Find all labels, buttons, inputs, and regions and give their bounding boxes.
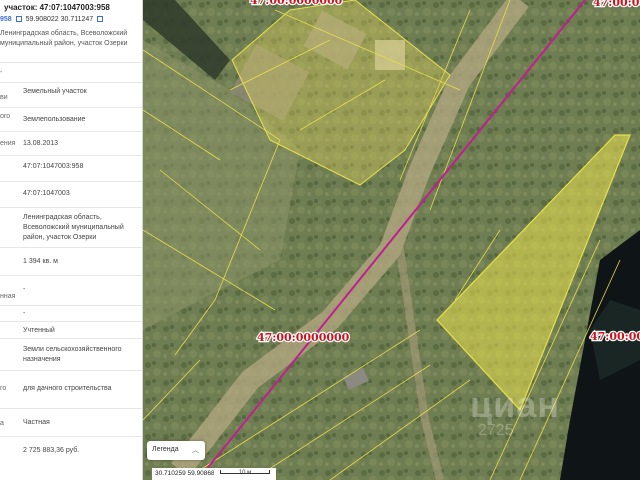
chevron-up-icon: ︿ [192,447,199,454]
info-row-area: 1 394 кв. м [0,247,142,275]
parcel-address: Ленинградская область, Всеволожский муни… [0,30,128,47]
boundary-label: 47:00:0000000 [250,0,343,7]
info-row-date: ения 13.08.2013 [0,131,142,155]
info-row-address: Ленинградская область, Всеволожский муни… [0,207,142,247]
row-label: го [0,385,7,392]
map-canvas[interactable]: 47:00:0000000 47:00:0000000 47:00:000000… [143,0,640,480]
parcel-coordinates: 59.908022 30.711247 [25,16,94,23]
scale-bar: 10 м [214,468,276,480]
legend-label: Легенда [152,446,179,453]
copy-icon[interactable] [15,16,22,23]
row-value: Учтенный [23,327,55,334]
row-value: Землепользование [23,116,86,123]
parcel-id-short[interactable]: 958 [0,16,12,23]
row-value: 2 725 883,36 руб. [23,447,80,454]
cursor-coordinates: 30.710259 59.908687 [152,468,222,480]
info-row-category: Земли сельскохозяйственного назначения [0,338,142,370]
scale-bar-line [220,470,270,474]
satellite-map[interactable]: 47:00:0000000 47:00:0000000 47:00:000000… [143,0,640,480]
info-row-kind: ого Землепользование [0,107,142,131]
info-panel: участок: 47:07:1047003:958 958 59.908022… [0,0,143,480]
info-row-cadastral: 47:07:1047003:958 [0,155,142,181]
row-value: Земельный участок [23,88,87,95]
row-value: - [23,286,26,293]
info-row-quarter: 47:07:1047003 [0,181,142,207]
row-value: для дачного строительства [23,385,112,392]
watermark-logo: циан [470,384,561,425]
row-label: ого [0,113,11,120]
row-value: 47:07:1047003 [23,190,70,197]
info-row-cost: нная - [0,275,142,305]
row-value: Земли сельскохозяйственного назначения [23,346,122,363]
boundary-label: 47:00:0000000 [590,330,640,343]
panel-subheader: 958 59.908022 30.711247 [0,16,105,23]
boundary-label: 47:00:0000000 [257,331,350,344]
row-value: Частная [23,419,50,426]
copy-icon[interactable] [97,16,104,23]
info-row-usage: го для дачного строительства [0,370,142,408]
boundary-label: 47:00:0000000 [593,0,640,9]
row-value: 47:07:1047003:958 [23,163,84,170]
watermark-id: 2725 [478,422,514,439]
row-label: ения [0,140,16,147]
row-value: Ленинградская область, Всеволожский муни… [23,214,124,241]
info-row-value: 2 725 883,36 руб. [0,436,142,480]
row-value: - [23,310,26,317]
info-row-ownership: а Частная [0,408,142,436]
row-label: нная [0,293,16,300]
info-row-status: Учтенный [0,321,142,338]
legend-button[interactable]: Легенда ︿ [147,441,205,460]
row-label: ви [0,94,8,101]
row-value: 1 394 кв. м [23,258,58,265]
info-row: - [0,62,142,82]
info-row: - [0,305,142,321]
panel-header: участок: 47:07:1047003:958 958 59.908022… [0,0,142,62]
row-label: а [0,420,4,427]
row-value: 13.08.2013 [23,140,59,147]
info-row-type: ви Земельный участок [0,82,142,107]
row-label: - [0,69,3,76]
panel-title: участок: 47:07:1047003:958 [4,3,110,12]
